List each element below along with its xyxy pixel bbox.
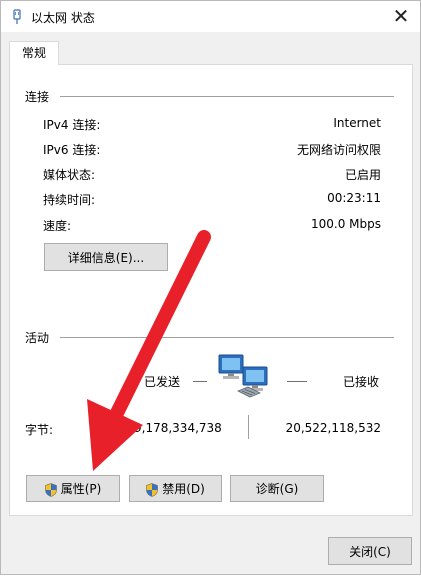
media-state-label: 媒体状态: (43, 168, 96, 182)
bytes-label: 字节: (25, 423, 54, 437)
activity-group-divider (60, 337, 394, 338)
tab-general[interactable]: 常规 (9, 41, 59, 65)
ipv4-label: IPv4 连接: (43, 118, 101, 132)
sent-label: 已发送 (144, 375, 181, 389)
received-dash (287, 381, 307, 382)
properties-button[interactable]: 属性(P) (26, 475, 120, 502)
bytes-divider (248, 415, 249, 439)
uac-shield-icon (146, 482, 158, 497)
speed-label: 速度: (43, 219, 72, 233)
ipv4-value: Internet (333, 116, 381, 130)
connection-group-divider (60, 96, 394, 97)
activity-group-label: 活动 (25, 331, 50, 345)
details-button[interactable]: 详细信息(E)... (44, 243, 168, 271)
network-computers-icon (218, 354, 268, 398)
network-adapter-icon (13, 9, 21, 24)
close-button[interactable]: 关闭(C) (328, 537, 412, 565)
properties-button-label: 属性(P) (60, 482, 102, 496)
bytes-received-value: 20,522,118,532 (285, 421, 381, 435)
title-bar: 以太网 状态 ✕ (1, 1, 420, 32)
media-state-value: 已启用 (344, 168, 381, 182)
sent-dash (193, 381, 207, 382)
ipv6-label: IPv6 连接: (43, 143, 101, 157)
tab-panel-general: 连接 IPv4 连接: Internet IPv6 连接: 无网络访问权限 媒体… (9, 64, 413, 516)
bytes-sent-value: 9,178,334,738 (134, 421, 222, 435)
ipv6-value: 无网络访问权限 (296, 143, 381, 157)
close-icon[interactable]: ✕ (386, 3, 416, 29)
speed-value: 100.0 Mbps (310, 217, 381, 231)
disable-button[interactable]: 禁用(D) (129, 475, 222, 502)
disable-button-label: 禁用(D) (162, 482, 205, 496)
received-label: 已接收 (343, 375, 380, 389)
duration-label: 持续时间: (43, 193, 96, 207)
window-title: 以太网 状态 (31, 11, 95, 25)
connection-group-label: 连接 (25, 90, 50, 104)
dialog-client-area: 常规 连接 IPv4 连接: Internet IPv6 连接: 无网络访问权限… (1, 32, 420, 574)
uac-shield-icon (44, 482, 57, 497)
duration-value: 00:23:11 (327, 191, 381, 205)
ethernet-status-window: 以太网 状态 ✕ 常规 连接 IPv4 连接: Internet IPv6 连接… (0, 0, 421, 575)
diagnose-button[interactable]: 诊断(G) (230, 475, 324, 502)
